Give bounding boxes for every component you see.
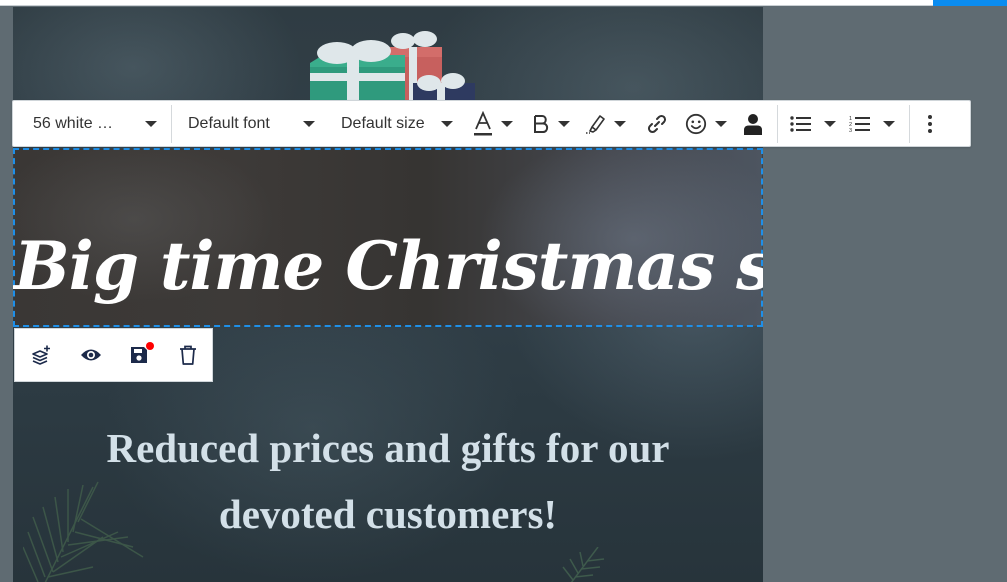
trash-icon — [180, 345, 196, 365]
top-bar — [0, 0, 1007, 6]
highlighter-icon — [586, 114, 605, 134]
eye-icon — [81, 349, 101, 361]
text-color-button[interactable] — [473, 101, 513, 146]
svg-text:3: 3 — [849, 128, 852, 133]
chevron-down-icon — [715, 120, 727, 127]
layers-plus-icon — [32, 345, 50, 365]
bulleted-list-button[interactable] — [790, 101, 836, 146]
font-select-value: Default font — [188, 114, 270, 132]
chevron-down-icon — [303, 120, 315, 127]
highlight-button[interactable] — [584, 101, 626, 146]
toolbar-divider — [171, 104, 172, 143]
unsaved-changes-badge — [146, 342, 154, 350]
size-select-value: Default size — [341, 114, 425, 132]
emoji-icon — [685, 113, 707, 134]
numbered-list-button[interactable]: 1 2 3 — [849, 101, 895, 146]
gifts-illustration — [310, 31, 475, 105]
top-bar-accent — [933, 0, 1007, 6]
headline-block[interactable]: Big time Christmas sale — [13, 148, 763, 327]
chevron-down-icon — [441, 120, 453, 127]
personalize-button[interactable] — [743, 101, 763, 146]
size-select[interactable]: Default size — [341, 101, 453, 146]
add-layer-button[interactable] — [31, 345, 51, 365]
style-select[interactable]: 56 white … — [33, 101, 157, 146]
bold-icon — [534, 114, 549, 133]
person-icon — [744, 113, 762, 135]
chevron-down-icon — [883, 120, 895, 127]
font-select[interactable]: Default font — [188, 101, 315, 146]
bulleted-list-icon — [790, 115, 811, 132]
chevron-down-icon — [501, 120, 513, 127]
delete-button[interactable] — [179, 345, 197, 365]
link-icon — [647, 114, 667, 133]
save-icon — [131, 347, 147, 363]
chevron-down-icon — [145, 120, 157, 127]
chevron-down-icon — [558, 120, 570, 127]
more-options-button[interactable] — [927, 101, 933, 146]
style-select-value: 56 white … — [33, 114, 114, 132]
preview-button[interactable] — [80, 347, 102, 363]
toolbar-divider — [909, 104, 910, 143]
link-button[interactable] — [646, 101, 668, 146]
block-actions-bar — [14, 328, 213, 382]
save-button[interactable] — [130, 342, 154, 364]
chevron-down-icon — [824, 120, 836, 127]
emoji-button[interactable] — [685, 101, 727, 146]
formatting-toolbar: 56 white … Default font Default size 1 2… — [12, 100, 971, 147]
text-color-icon — [474, 110, 492, 135]
headline-text[interactable]: Big time Christmas sale — [14, 227, 763, 305]
more-vertical-icon — [928, 114, 932, 133]
bold-button[interactable] — [532, 101, 570, 146]
toolbar-divider — [777, 104, 778, 143]
numbered-list-icon: 1 2 3 — [849, 116, 870, 133]
chevron-down-icon — [614, 120, 626, 127]
email-canvas: Big time Christmas sale Reduced prices a… — [13, 7, 763, 582]
pine-branch-left — [23, 481, 144, 582]
pine-branch-right — [562, 547, 605, 582]
